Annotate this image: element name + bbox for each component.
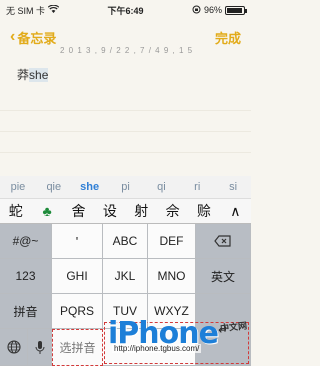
return-label: ↵ bbox=[217, 322, 229, 337]
pinyin-candidate[interactable]: pi bbox=[108, 181, 144, 193]
pinyin-key[interactable]: 拼音 bbox=[0, 294, 52, 329]
carrier-label: 无 SIM 卡 bbox=[6, 5, 46, 16]
char-candidate[interactable]: 设 bbox=[94, 201, 125, 221]
wifi-icon bbox=[47, 4, 60, 15]
char-candidate[interactable]: 蛇 bbox=[0, 201, 31, 221]
pinyin-candidate-active[interactable]: she bbox=[72, 181, 108, 193]
orientation-lock-icon bbox=[192, 5, 201, 16]
done-button[interactable]: 完成 bbox=[215, 28, 241, 47]
status-time: 下午6:49 bbox=[107, 5, 144, 16]
wxyz-key[interactable]: WXYZ bbox=[148, 294, 196, 329]
backspace-icon bbox=[214, 235, 231, 247]
pinyin-candidate[interactable]: pie bbox=[0, 181, 36, 193]
dictation-key[interactable] bbox=[28, 329, 52, 366]
tuv-key[interactable]: TUV bbox=[103, 294, 148, 329]
apostrophe-key[interactable]: ' bbox=[52, 224, 103, 259]
typed-char: 莽 bbox=[17, 68, 30, 82]
chevron-left-icon: ‹ bbox=[10, 28, 16, 45]
pinyin-candidate[interactable]: ri bbox=[179, 181, 215, 193]
symbols-key[interactable]: #@~ bbox=[0, 224, 52, 259]
space-key[interactable]: 空格 bbox=[103, 329, 196, 366]
numbers-key[interactable]: 123 bbox=[0, 259, 52, 294]
return-key[interactable]: ↵ bbox=[196, 294, 251, 366]
microphone-icon bbox=[35, 340, 44, 354]
note-date: 2 0 1 3 , 9 / 2 2 , 7 / 4 9 , 1 5 bbox=[60, 46, 194, 54]
select-pinyin-key[interactable]: 选拼音 bbox=[52, 329, 103, 366]
expand-candidates-button[interactable]: ∧ bbox=[220, 203, 251, 220]
def-key[interactable]: DEF bbox=[148, 224, 196, 259]
battery-level bbox=[226, 7, 243, 13]
jkl-key[interactable]: JKL bbox=[103, 259, 148, 294]
char-candidate[interactable]: 舍 bbox=[63, 201, 94, 221]
english-key[interactable]: 英文 bbox=[196, 259, 251, 294]
status-right: 96% bbox=[192, 5, 247, 16]
note-body[interactable]: 莽she bbox=[17, 66, 49, 83]
mno-key[interactable]: MNO bbox=[148, 259, 196, 294]
battery-icon bbox=[224, 5, 247, 15]
status-bar: 无 SIM 卡 下午6:49 96% bbox=[0, 0, 251, 20]
pinyin-candidate[interactable]: si bbox=[215, 181, 251, 193]
pinyin-candidate[interactable]: qi bbox=[143, 181, 179, 193]
char-candidate-bar: 蛇 ♣ 舍 设 射 佘 赊 ∧ bbox=[0, 198, 251, 224]
globe-key[interactable] bbox=[0, 329, 28, 366]
back-label: 备忘录 bbox=[17, 30, 57, 46]
abc-key[interactable]: ABC bbox=[103, 224, 148, 259]
back-button[interactable]: ‹ 备忘录 bbox=[10, 28, 56, 47]
globe-icon bbox=[6, 340, 21, 354]
emoji-candidate[interactable]: ♣ bbox=[31, 203, 62, 219]
battery-percent: 96% bbox=[203, 5, 222, 15]
composing-text: she bbox=[29, 68, 49, 82]
note-lined-paper bbox=[0, 90, 251, 172]
pinyin-candidate-bar: pie qie she pi qi ri si bbox=[0, 176, 251, 198]
status-left: 无 SIM 卡 bbox=[6, 4, 60, 17]
pinyin-candidate[interactable]: qie bbox=[36, 181, 72, 193]
char-candidate[interactable]: 赊 bbox=[188, 201, 219, 221]
char-candidate[interactable]: 射 bbox=[126, 201, 157, 221]
delete-key[interactable] bbox=[196, 224, 251, 259]
char-candidate[interactable]: 佘 bbox=[157, 201, 188, 221]
pqrs-key[interactable]: PQRS bbox=[52, 294, 103, 329]
ghi-key[interactable]: GHI bbox=[52, 259, 103, 294]
